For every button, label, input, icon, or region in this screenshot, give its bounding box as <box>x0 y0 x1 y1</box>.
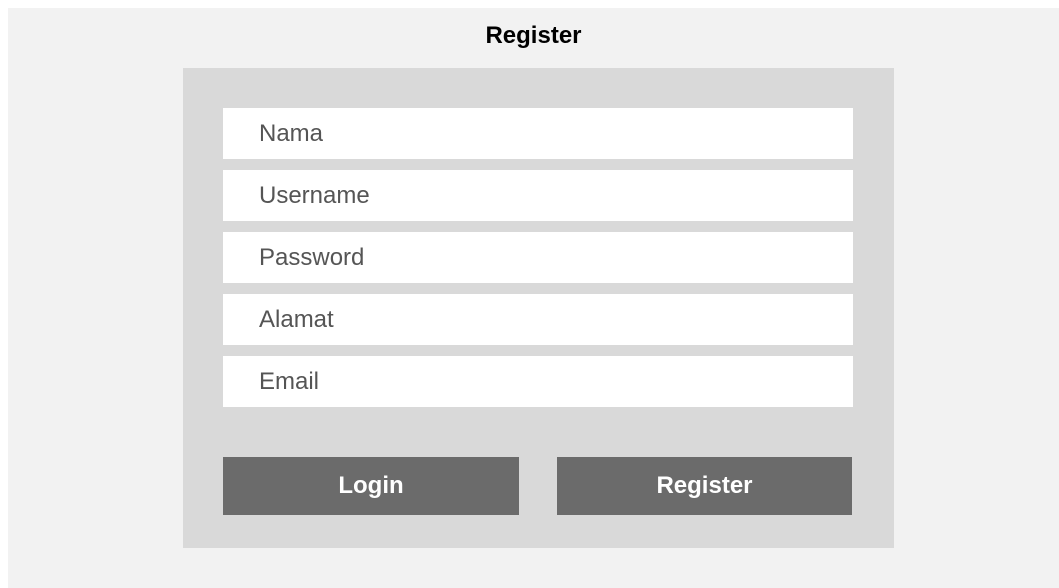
page-background: Register Login Register <box>8 8 1059 588</box>
register-button[interactable]: Register <box>557 457 852 515</box>
page-title: Register <box>485 22 582 49</box>
email-input[interactable] <box>223 356 853 407</box>
alamat-input[interactable] <box>223 294 853 345</box>
nama-input[interactable] <box>223 108 853 159</box>
username-input[interactable] <box>223 170 853 221</box>
password-input[interactable] <box>223 232 853 283</box>
login-button[interactable]: Login <box>223 457 519 515</box>
register-form-panel: Login Register <box>183 68 894 548</box>
